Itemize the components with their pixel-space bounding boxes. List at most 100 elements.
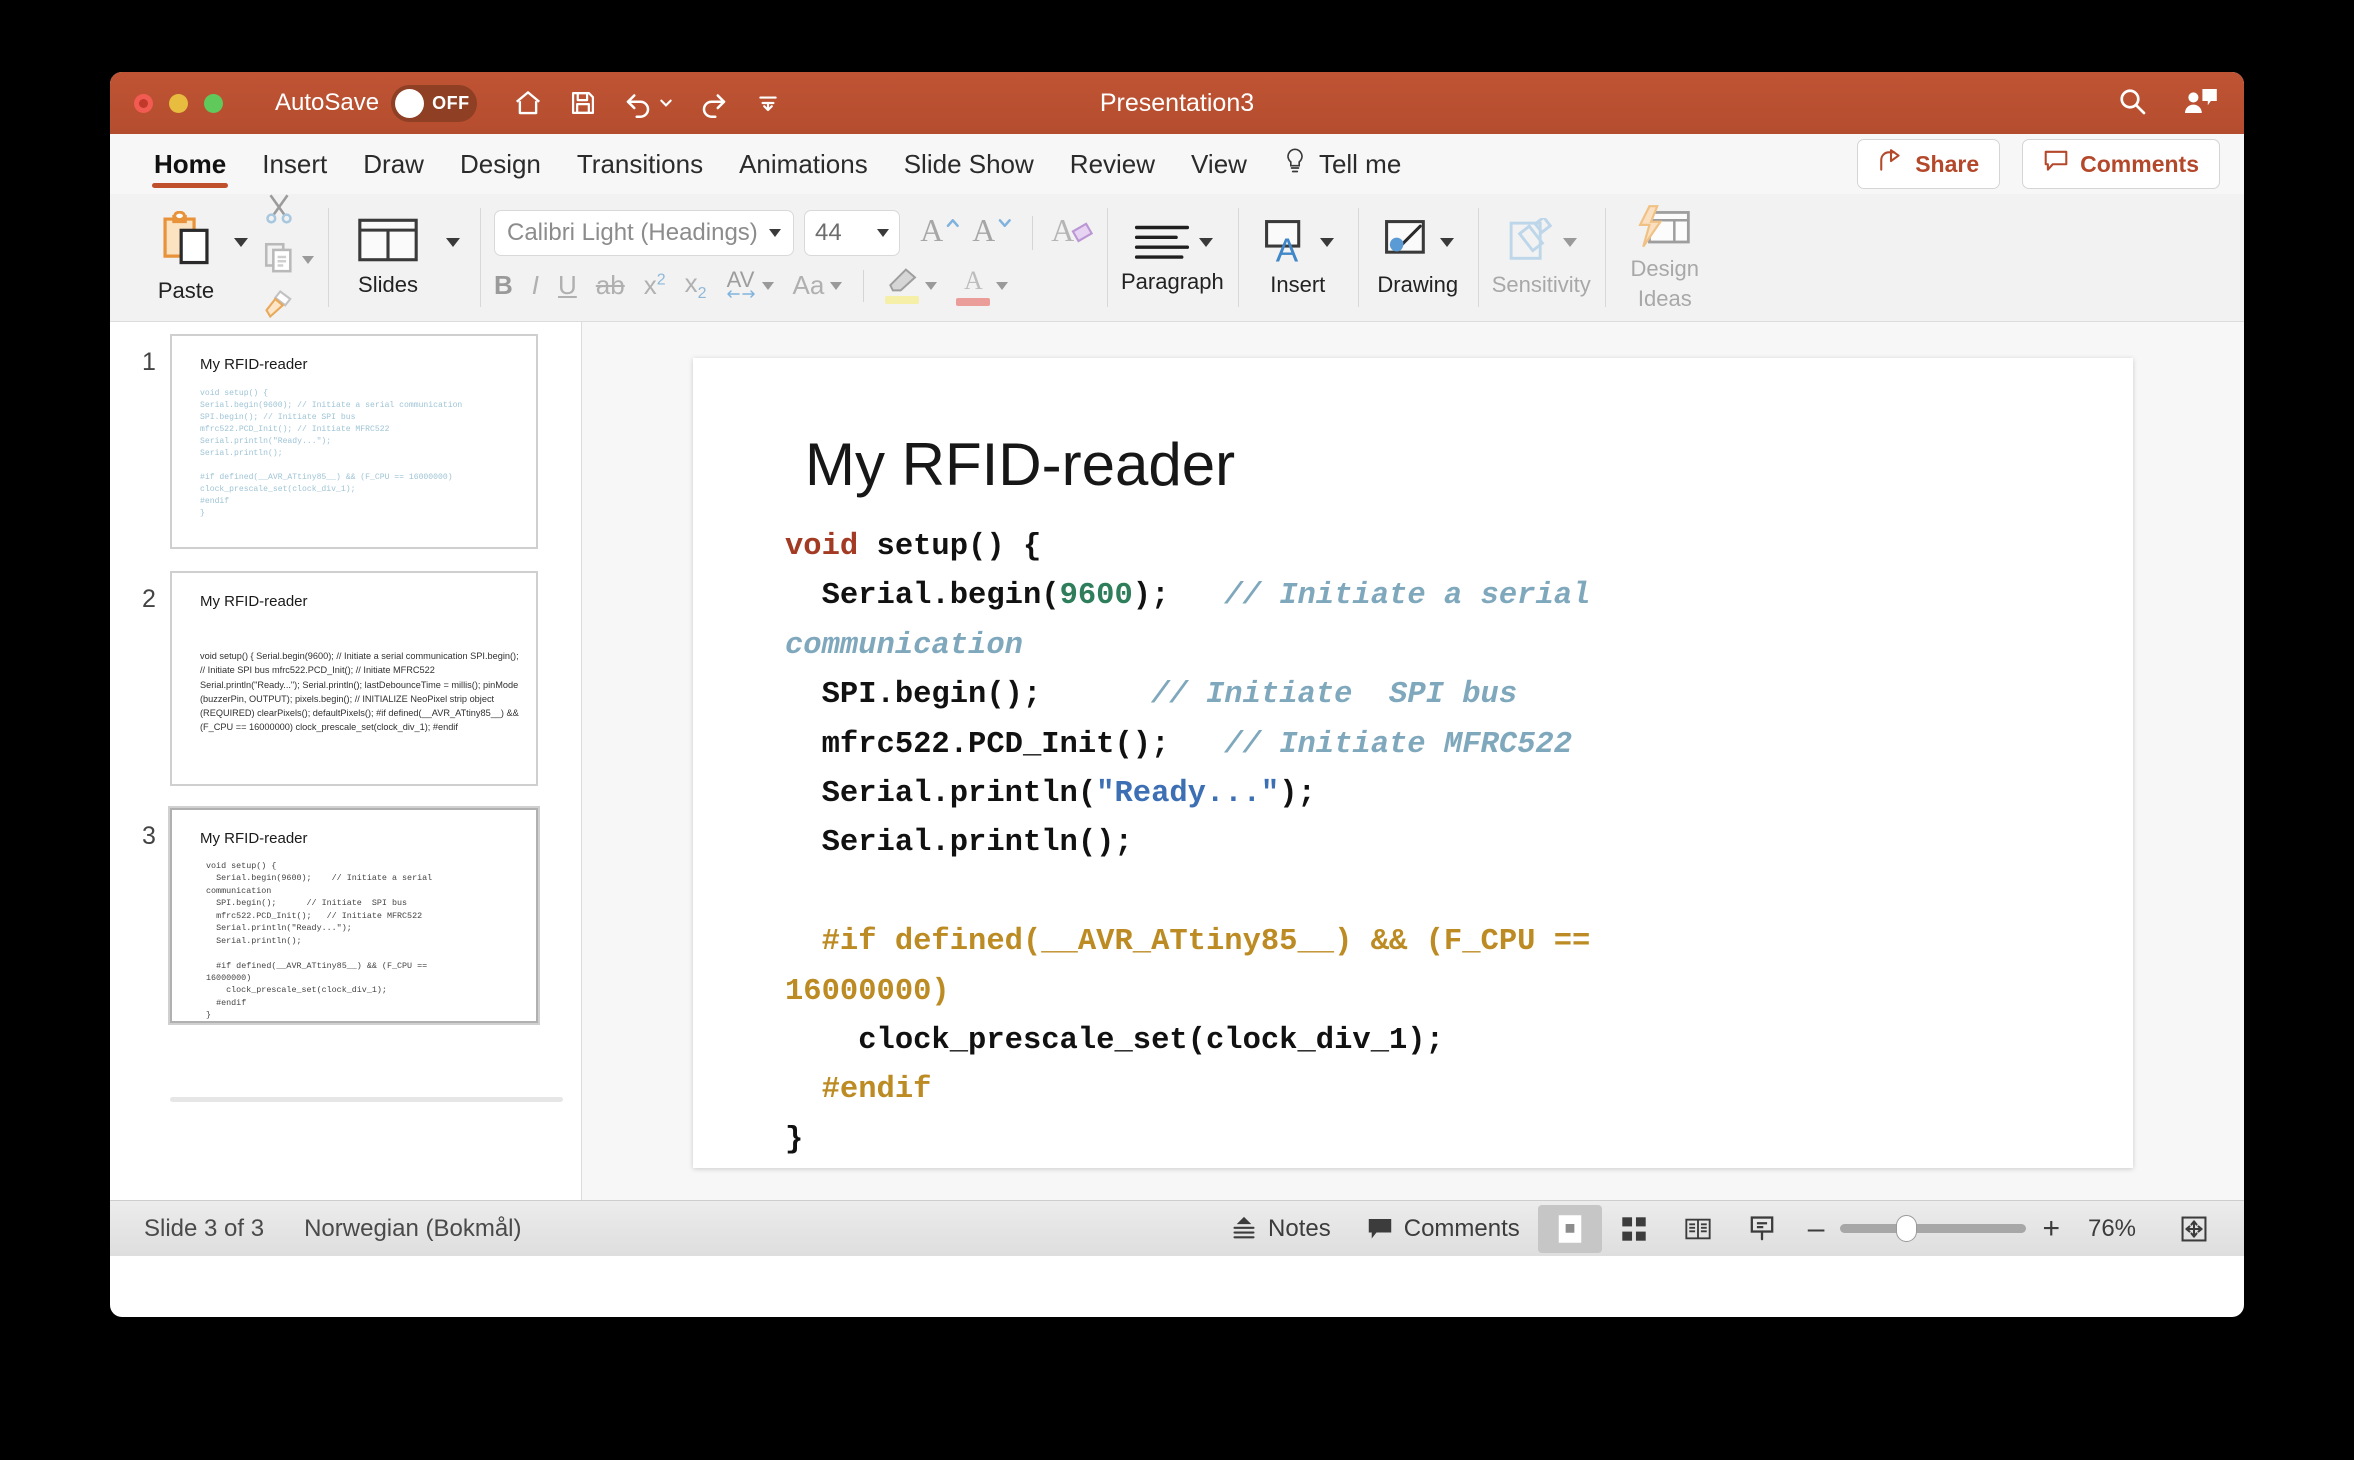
tab-slide-show[interactable]: Slide Show [886,134,1052,194]
code-line: Serial.println(); [785,819,2103,868]
copy-icon[interactable] [262,240,296,279]
ribbon-group-insert: A Insert [1237,194,1358,321]
strikethrough-button[interactable]: ab [596,270,625,301]
comment-icon [1368,1218,1391,1238]
customize-toolbar-icon[interactable] [755,90,781,116]
zoom-percentage[interactable]: 76% [2076,1215,2148,1243]
thumbnail-slide-3[interactable]: My RFID-reader void setup() { Serial.beg… [170,808,538,1023]
tab-draw[interactable]: Draw [345,134,442,194]
comments-button[interactable]: Comments [2022,139,2220,189]
grow-font-icon[interactable]: A [920,212,962,253]
slides-chevron-down-icon[interactable] [446,238,460,247]
underline-button[interactable]: U [558,270,577,301]
tab-design[interactable]: Design [442,134,559,194]
character-spacing-chevron-down-icon[interactable] [761,281,774,290]
search-icon[interactable] [2116,85,2148,122]
cut-scissors-icon[interactable] [262,191,296,230]
drawing-button[interactable]: Drawing [1372,218,1464,298]
tab-view[interactable]: View [1173,134,1265,194]
insert-textbox-button[interactable]: A Insert [1252,218,1344,298]
font-color-button[interactable]: A [956,266,1009,306]
code-token: // Initiate a serial [1224,579,1591,614]
zoom-slider-handle[interactable] [1896,1215,1918,1242]
sensitivity-chevron-down-icon[interactable] [1563,238,1578,247]
tab-review[interactable]: Review [1052,134,1173,194]
thumbnail-slide-2[interactable]: My RFID-reader void setup() { Serial.beg… [170,571,538,786]
change-case-button[interactable]: Aa [793,270,843,301]
notes-button[interactable]: Notes [1213,1215,1349,1243]
save-icon[interactable] [569,89,597,117]
slide-editor-pane[interactable]: My RFID-reader void setup() { Serial.beg… [582,322,2244,1200]
zoom-in-button[interactable]: + [2042,1213,2060,1244]
tab-home[interactable]: Home [136,134,244,194]
copy-chevron-down-icon[interactable] [302,255,314,264]
home-icon[interactable] [513,88,543,118]
ribbon-group-paragraph: Paragraph [1107,194,1238,321]
font-name-chevron-down-icon[interactable] [769,228,781,237]
tab-animations[interactable]: Animations [721,134,886,194]
bold-button[interactable]: B [494,270,513,301]
format-painter-icon[interactable] [262,289,296,324]
view-reading-button[interactable] [1666,1205,1730,1253]
redo-icon[interactable] [699,88,729,118]
paragraph-button[interactable]: Paragraph [1121,221,1224,295]
font-size-select[interactable]: 44 [804,209,900,256]
font-color-chevron-down-icon[interactable] [996,281,1009,290]
zoom-slider[interactable] [1840,1215,2027,1242]
slides-button[interactable]: Slides [342,217,434,298]
view-slide-sorter-button[interactable] [1602,1205,1666,1253]
tab-transitions[interactable]: Transitions [559,134,721,194]
drawing-chevron-down-icon[interactable] [1439,238,1454,247]
superscript-button[interactable]: x2 [644,270,666,301]
slide-thumbnail-pane[interactable]: 1 My RFID-reader void setup() { Serial.b… [110,322,582,1200]
insert-chevron-down-icon[interactable] [1319,238,1334,247]
account-icon[interactable] [2182,85,2218,122]
zoom-out-button[interactable]: – [1808,1213,1825,1244]
character-spacing-button[interactable]: AV [726,268,774,301]
fit-slide-button[interactable] [2162,1205,2226,1253]
paste-button[interactable]: Paste [140,210,232,304]
clear-formatting-icon[interactable]: A [1051,212,1094,253]
tab-tell-me[interactable]: Tell me [1265,134,1419,194]
close-window-button[interactable] [134,93,153,113]
view-slideshow-button[interactable] [1730,1205,1794,1253]
design-ideas-button[interactable]: Design Ideas [1619,204,1711,312]
status-comments-button[interactable]: Comments [1349,1215,1538,1243]
italic-button[interactable]: I [532,270,539,301]
tab-insert[interactable]: Insert [244,134,345,194]
text-highlight-button[interactable] [885,267,938,304]
slide-canvas[interactable]: My RFID-reader void setup() { Serial.beg… [693,358,2133,1168]
sensitivity-button[interactable]: Sensitivity [1492,217,1591,298]
paste-chevron-down-icon[interactable] [234,238,248,247]
autosave-control[interactable]: AutoSave OFF [275,84,478,122]
thumbnail-item-3[interactable]: 3 My RFID-reader void setup() { Serial.b… [110,808,581,1023]
font-name-select[interactable]: Calibri Light (Headings) [494,209,794,256]
shrink-font-icon[interactable]: A [972,212,1014,253]
slide-title-placeholder[interactable]: My RFID-reader [805,430,1235,499]
share-button[interactable]: Share [1857,139,2001,189]
thumbnail-scrollbar[interactable] [170,1097,563,1102]
paragraph-chevron-down-icon[interactable] [1199,238,1214,247]
undo-icon[interactable] [623,88,673,118]
autosave-toggle[interactable]: OFF [391,84,478,122]
subscript-button[interactable]: x2 [685,268,707,303]
thumbnail-item-2[interactable]: 2 My RFID-reader void setup() { Serial.b… [110,571,581,786]
view-normal-button[interactable] [1537,1204,1602,1253]
thumbnail-item-1[interactable]: 1 My RFID-reader void setup() { Serial.b… [110,334,581,549]
maximize-window-button[interactable] [204,93,223,113]
language-indicator[interactable]: Norwegian (Bokmål) [304,1215,521,1243]
font-size-chevron-down-icon[interactable] [877,228,889,237]
ribbon-group-font: Calibri Light (Headings) 44 A A A B I U … [480,194,1107,321]
design-ideas-label-line1: Design [1630,255,1700,281]
change-case-chevron-down-icon[interactable] [830,281,843,290]
code-token: } [785,1122,804,1157]
slide-counter[interactable]: Slide 3 of 3 [144,1215,264,1243]
slide-code-placeholder[interactable]: void setup() { Serial.begin(9600); // In… [785,523,2103,1165]
title-bar-actions [2116,85,2218,122]
highlight-chevron-down-icon[interactable] [925,281,938,290]
code-token: Serial.begin( [785,579,1060,614]
thumbnail-title-1: My RFID-reader [200,356,308,373]
minimize-window-button[interactable] [169,93,188,113]
zoom-control[interactable]: – + 76% [1794,1213,2162,1244]
thumbnail-slide-1[interactable]: My RFID-reader void setup() { Serial.beg… [170,334,538,549]
